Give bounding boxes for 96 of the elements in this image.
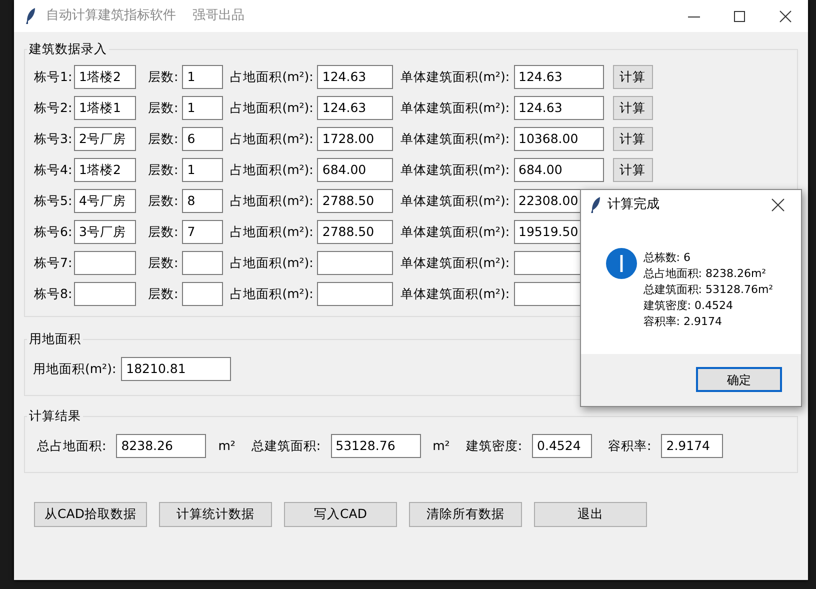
building-field[interactable]	[74, 251, 136, 275]
footprint-field[interactable]: 124.63	[317, 96, 394, 120]
footprint-label: 占地面积(m²):	[230, 222, 314, 241]
building-field[interactable]: 3号厂房	[74, 220, 136, 244]
info-icon	[606, 248, 637, 279]
floor-area-field[interactable]: 10368.00	[514, 127, 604, 151]
floor-area-label: 单体建筑面积(m²):	[400, 130, 510, 148]
building-label: 栋号8:	[34, 284, 74, 303]
footprint-field[interactable]: 684.00	[317, 158, 394, 182]
footprint-label: 占地面积(m²):	[230, 192, 314, 210]
floors-field[interactable]: 1	[182, 65, 224, 89]
window-title: 自动计算建筑指标软件 强哥出品	[46, 7, 245, 26]
floor-area-label: 单体建筑面积(m²):	[400, 254, 510, 272]
floors-label: 层数:	[148, 68, 178, 86]
building-field[interactable]: 1塔楼2	[74, 65, 136, 89]
group-title: 用地面积	[27, 330, 83, 346]
floors-field[interactable]	[182, 282, 224, 306]
floor-area-label: 单体建筑面积(m²):	[400, 192, 510, 210]
calculate-button[interactable]: 计算	[612, 158, 653, 182]
message-line: 建筑密度: 0.4524	[643, 298, 734, 314]
result-field[interactable]: 53128.76	[330, 434, 421, 458]
floor-area-label: 单体建筑面积(m²):	[400, 160, 510, 179]
land-area-label: 用地面积(m²):	[33, 360, 116, 378]
footprint-label: 占地面积(m²):	[230, 130, 314, 148]
group-title: 计算结果	[27, 408, 83, 424]
dialog-title: 计算完成	[607, 196, 660, 214]
building-field[interactable]	[74, 282, 136, 306]
building-label: 栋号2:	[34, 98, 74, 117]
calculate-button[interactable]: 计算	[612, 127, 653, 151]
floor-area-field[interactable]: 124.63	[514, 96, 604, 120]
floors-label: 层数:	[148, 98, 178, 117]
action-button[interactable]: 从CAD拾取数据	[34, 502, 147, 526]
building-label: 栋号4:	[34, 160, 74, 179]
building-label: 栋号6:	[34, 222, 74, 241]
feather-icon	[591, 197, 601, 213]
result-field[interactable]: 8238.26	[116, 434, 206, 458]
floor-area-field[interactable]: 124.63	[514, 65, 604, 89]
building-field[interactable]: 2号厂房	[74, 127, 136, 151]
floor-area-label: 单体建筑面积(m²):	[400, 98, 510, 117]
footprint-label: 占地面积(m²):	[230, 160, 314, 179]
action-button[interactable]: 退出	[534, 502, 647, 526]
footprint-field[interactable]: 2788.50	[317, 220, 394, 244]
floors-label: 层数:	[148, 222, 178, 241]
building-label: 栋号7:	[34, 254, 74, 272]
close-icon[interactable]	[771, 198, 785, 212]
floors-label: 层数:	[148, 160, 178, 179]
result-field[interactable]: 2.9174	[661, 434, 724, 458]
floors-field[interactable]: 6	[182, 127, 224, 151]
calculate-button[interactable]: 计算	[612, 96, 653, 120]
result-label: 容积率:	[608, 436, 652, 455]
floor-area-label: 单体建筑面积(m²):	[400, 222, 510, 241]
footprint-field[interactable]	[317, 251, 394, 275]
footprint-label: 占地面积(m²):	[230, 284, 314, 303]
calculate-button[interactable]: 计算	[612, 65, 653, 89]
floors-field[interactable]	[182, 251, 224, 275]
result-label: 建筑密度:	[466, 436, 522, 455]
message-line: 总栋数: 6	[643, 250, 692, 266]
floors-field[interactable]: 1	[182, 158, 224, 182]
footprint-field[interactable]: 1728.00	[317, 127, 394, 151]
result-label: 总建筑面积:	[251, 436, 321, 455]
feather-icon	[26, 8, 36, 24]
footprint-field[interactable]: 2788.50	[317, 189, 394, 213]
floor-area-field[interactable]: 684.00	[514, 158, 604, 182]
unit-label: m²	[218, 436, 236, 455]
building-label: 栋号3:	[34, 130, 74, 148]
floors-label: 层数:	[148, 130, 178, 148]
footprint-field[interactable]: 124.63	[317, 65, 394, 89]
footprint-field[interactable]	[317, 282, 394, 306]
action-button[interactable]: 计算统计数据	[159, 502, 272, 526]
floors-label: 层数:	[148, 254, 178, 272]
floors-field[interactable]: 8	[182, 189, 224, 213]
building-label: 栋号1:	[34, 68, 74, 86]
building-field[interactable]: 4号厂房	[74, 189, 136, 213]
building-field[interactable]: 1塔楼2	[74, 158, 136, 182]
floors-label: 层数:	[148, 192, 178, 210]
building-label: 栋号5:	[34, 192, 74, 210]
ok-button[interactable]: 确定	[696, 367, 782, 392]
floors-field[interactable]: 1	[182, 96, 224, 120]
footprint-label: 占地面积(m²):	[230, 254, 314, 272]
floor-area-label: 单体建筑面积(m²):	[400, 68, 510, 86]
message-line: 容积率: 2.9174	[643, 314, 723, 330]
message-line: 总占地面积: 8238.26m²	[643, 266, 768, 282]
message-line: 总建筑面积: 53128.76m²	[643, 282, 774, 298]
floors-field[interactable]: 7	[182, 220, 224, 244]
footprint-label: 占地面积(m²):	[230, 68, 314, 86]
floor-area-label: 单体建筑面积(m²):	[400, 284, 510, 303]
result-field[interactable]: 0.4524	[532, 434, 592, 458]
footprint-label: 占地面积(m²):	[230, 98, 314, 117]
unit-label: m²	[432, 436, 450, 455]
group-title: 建筑数据录入	[27, 40, 109, 56]
result-label: 总占地面积:	[37, 436, 106, 455]
land-area-field[interactable]: 18210.81	[121, 357, 232, 381]
floors-label: 层数:	[148, 284, 178, 303]
action-button[interactable]: 写入CAD	[284, 502, 397, 526]
building-field[interactable]: 1塔楼1	[74, 96, 136, 120]
action-button[interactable]: 清除所有数据	[409, 502, 522, 526]
